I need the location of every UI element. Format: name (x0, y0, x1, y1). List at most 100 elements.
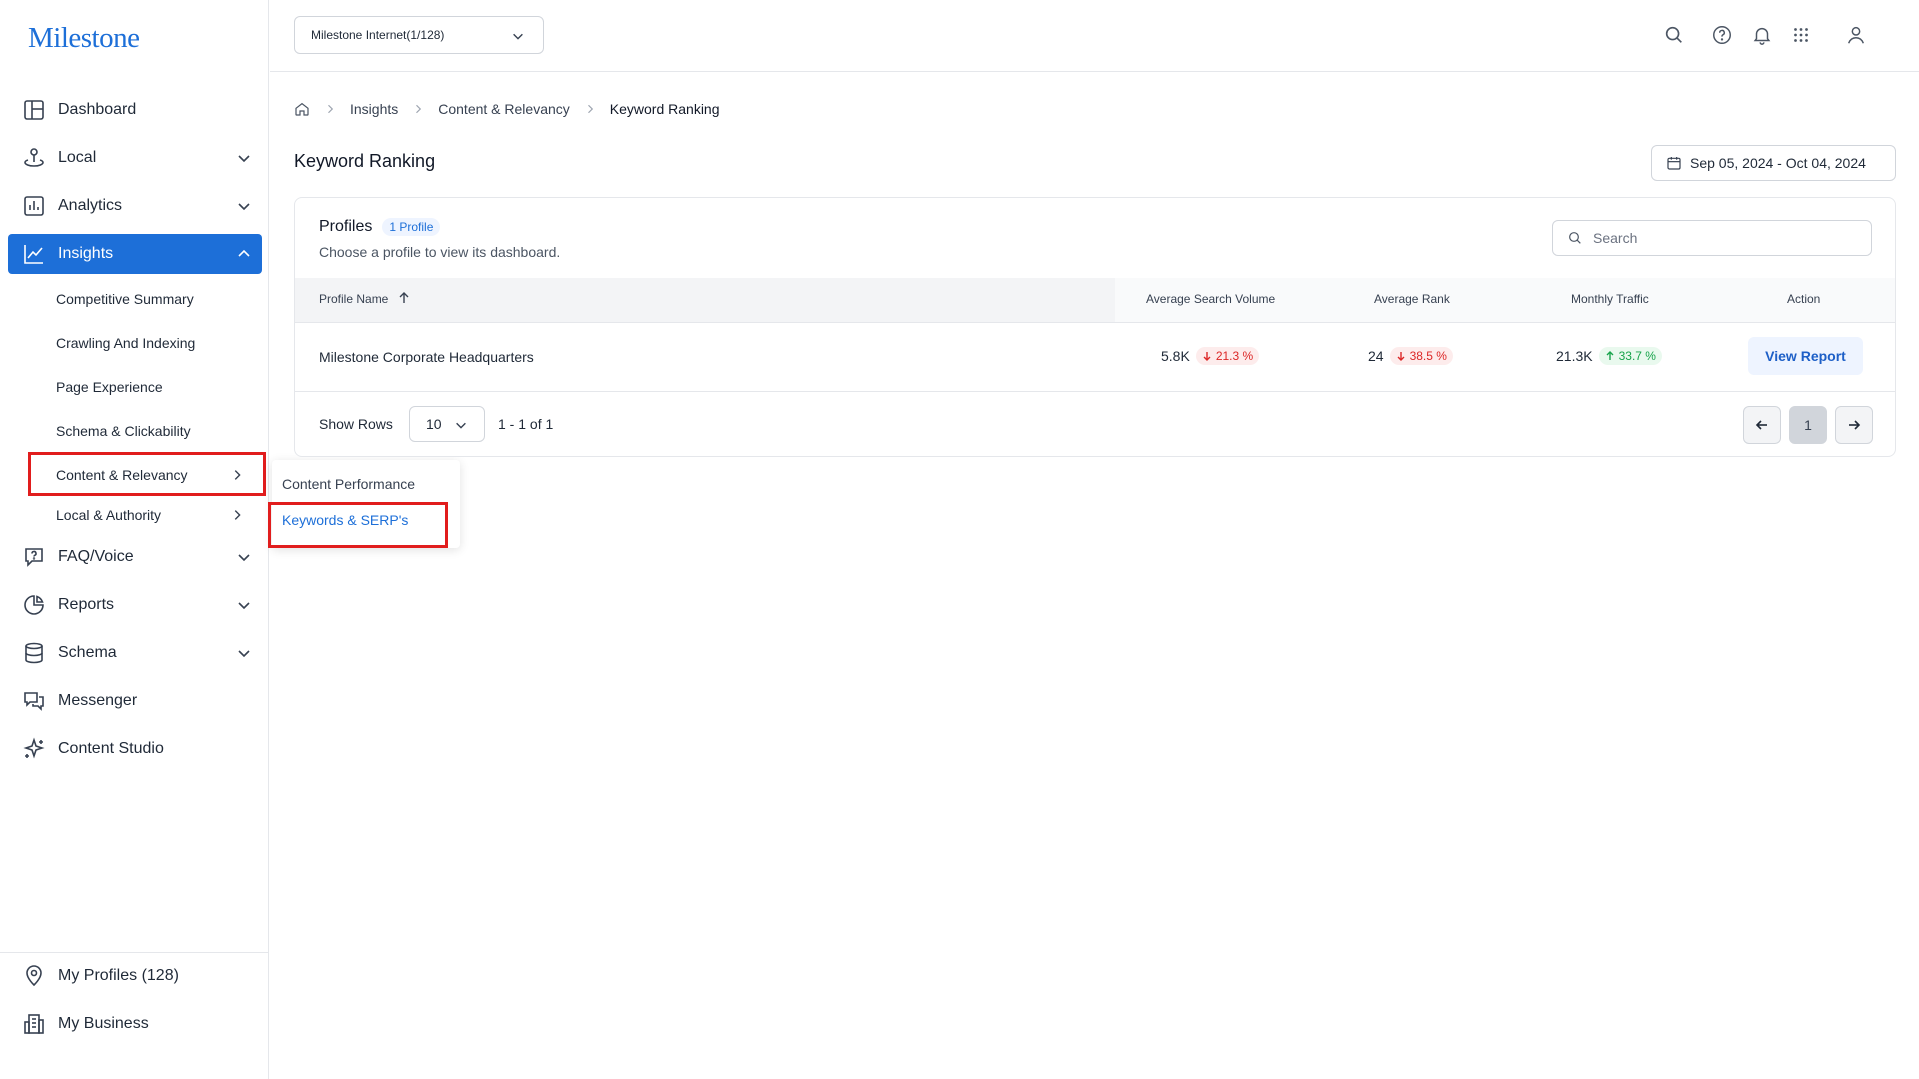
home-icon[interactable] (294, 101, 310, 117)
sidebar-item-messenger[interactable]: Messenger (8, 681, 262, 721)
sub-item-label: Crawling And Indexing (56, 335, 196, 351)
change-value: 38.5 % (1409, 349, 1447, 363)
search-icon[interactable] (1663, 24, 1685, 46)
sub-item-label: Competitive Summary (56, 291, 194, 307)
sidebar-item-label: Schema (58, 644, 117, 661)
sparkle-icon (23, 737, 45, 759)
user-icon[interactable] (1845, 24, 1867, 46)
apps-grid-icon[interactable] (1790, 24, 1812, 46)
arrow-down-icon (1203, 352, 1211, 361)
sidebar-item-my-profiles[interactable]: My Profiles (128) (8, 956, 262, 996)
card-title-text: Profiles (319, 218, 373, 235)
profile-search[interactable] (1552, 220, 1872, 256)
flyout-item-keywords-serps[interactable]: Keywords & SERP's (282, 506, 408, 534)
dashboard-icon (24, 100, 44, 120)
cell-search-volume: 5.8K 21.3 % (1161, 347, 1260, 365)
milestone-logo[interactable]: Milestone (28, 22, 140, 60)
page-title: Keyword Ranking (294, 151, 436, 171)
col-action: Action (1787, 292, 1821, 306)
sidebar-item-label: Content Studio (58, 740, 164, 757)
sidebar-item-insights[interactable]: Insights (8, 234, 262, 274)
flyout-item-content-performance[interactable]: Content Performance (282, 470, 415, 498)
sidebar-item-analytics[interactable]: Analytics (8, 186, 262, 226)
sub-item-label: Local & Authority (56, 507, 162, 523)
breadcrumb-insights[interactable]: Insights (350, 101, 398, 117)
change-value: 33.7 % (1618, 349, 1656, 363)
col-average-search-volume: Average Search Volume (1146, 292, 1276, 306)
sub-item-competitive-summary[interactable]: Competitive Summary (56, 284, 256, 314)
rows-per-page-select[interactable]: 10 (409, 406, 485, 442)
sidebar-item-label: Reports (58, 596, 115, 613)
account-select[interactable]: Milestone Internet(1/128) (294, 16, 544, 54)
chevron-down-icon (238, 203, 250, 211)
chevron-right-icon (587, 104, 593, 114)
sidebar-item-faq-voice[interactable]: FAQ/Voice (8, 537, 262, 577)
sidebar-item-my-business[interactable]: My Business (8, 1004, 262, 1044)
chevron-down-icon (238, 650, 250, 658)
col-monthly-traffic: Monthly Traffic (1571, 292, 1649, 306)
sidebar-item-dashboard[interactable]: Dashboard (8, 90, 262, 130)
sidebar-item-label: FAQ/Voice (58, 548, 134, 565)
business-icon (24, 1014, 44, 1034)
sidebar-item-reports[interactable]: Reports (8, 585, 262, 625)
bell-icon[interactable] (1751, 24, 1773, 46)
arrow-up-icon (1606, 351, 1614, 360)
prev-page-button[interactable] (1743, 406, 1781, 444)
sub-item-local-authority[interactable]: Local & Authority (56, 500, 256, 530)
sidebar-item-content-studio[interactable]: Content Studio (8, 729, 262, 769)
breadcrumb-content-relevancy[interactable]: Content & Relevancy (438, 101, 570, 117)
table-row: Milestone Corporate Headquarters 5.8K 21… (295, 323, 1895, 392)
sidebar-item-local[interactable]: Local (8, 138, 262, 178)
reports-icon (24, 595, 44, 615)
page-number-button[interactable]: 1 (1789, 406, 1827, 444)
chevron-up-icon (238, 249, 250, 257)
help-icon[interactable] (1711, 24, 1733, 46)
sub-item-content-relevancy[interactable]: Content & Relevancy (56, 460, 256, 490)
search-input[interactable] (1591, 229, 1865, 247)
sub-item-label: Content & Relevancy (56, 467, 188, 483)
chevron-down-icon (513, 33, 523, 40)
chevron-down-icon (238, 155, 250, 163)
date-range-picker[interactable]: Sep 05, 2024 - Oct 04, 2024 (1651, 145, 1896, 181)
cell-profile-name: Milestone Corporate Headquarters (319, 349, 534, 365)
sidebar: Milestone Dashboard Local Analytics Insi… (0, 0, 269, 1079)
topbar: Milestone Internet(1/128) (270, 0, 1919, 72)
sort-up-icon (399, 292, 409, 303)
sub-item-label: Schema & Clickability (56, 423, 191, 439)
date-range-value: Sep 05, 2024 - Oct 04, 2024 (1690, 155, 1866, 171)
breadcrumb: Insights Content & Relevancy Keyword Ran… (294, 98, 720, 120)
col-profile-name[interactable]: Profile Name (319, 292, 410, 306)
database-icon (25, 642, 43, 664)
sidebar-item-label: Local (58, 149, 97, 166)
sidebar-item-label: Dashboard (58, 101, 137, 118)
change-value: 21.3 % (1215, 349, 1254, 363)
profile-column-bg (295, 278, 1115, 322)
location-pin-icon (26, 965, 42, 987)
view-report-button[interactable]: View Report (1748, 337, 1863, 375)
sidebar-bottom (0, 952, 268, 953)
sidebar-item-label: Analytics (58, 197, 123, 214)
messenger-icon (24, 692, 44, 711)
sub-item-schema-clickability[interactable]: Schema & Clickability (56, 416, 256, 446)
chevron-down-icon (456, 422, 466, 429)
breadcrumb-keyword-ranking: Keyword Ranking (609, 101, 720, 117)
sub-item-crawling-indexing[interactable]: Crawling And Indexing (56, 328, 256, 358)
analytics-icon (24, 196, 44, 216)
rank-change-badge: 38.5 % (1389, 347, 1453, 365)
sidebar-item-label: My Profiles (128) (58, 967, 179, 984)
sub-item-page-experience[interactable]: Page Experience (56, 372, 256, 402)
profile-count-badge: 1 Profile (382, 218, 441, 236)
sidebar-item-label: Insights (58, 245, 114, 262)
calendar-icon (1667, 157, 1681, 170)
local-icon (24, 148, 44, 167)
sidebar-item-schema[interactable]: Schema (8, 633, 262, 673)
chevron-right-icon (328, 104, 334, 114)
insights-icon (24, 245, 43, 264)
search-volume-change-badge: 21.3 % (1195, 347, 1260, 365)
next-page-button[interactable] (1835, 406, 1873, 444)
chevron-right-icon (416, 104, 422, 114)
profiles-card: Profiles 1 Profile Choose a profile to v… (294, 197, 1896, 457)
account-select-value: Milestone Internet(1/128) (311, 28, 445, 42)
cell-average-rank: 24 38.5 % (1368, 347, 1453, 365)
traffic-change-badge: 33.7 % (1598, 347, 1662, 365)
